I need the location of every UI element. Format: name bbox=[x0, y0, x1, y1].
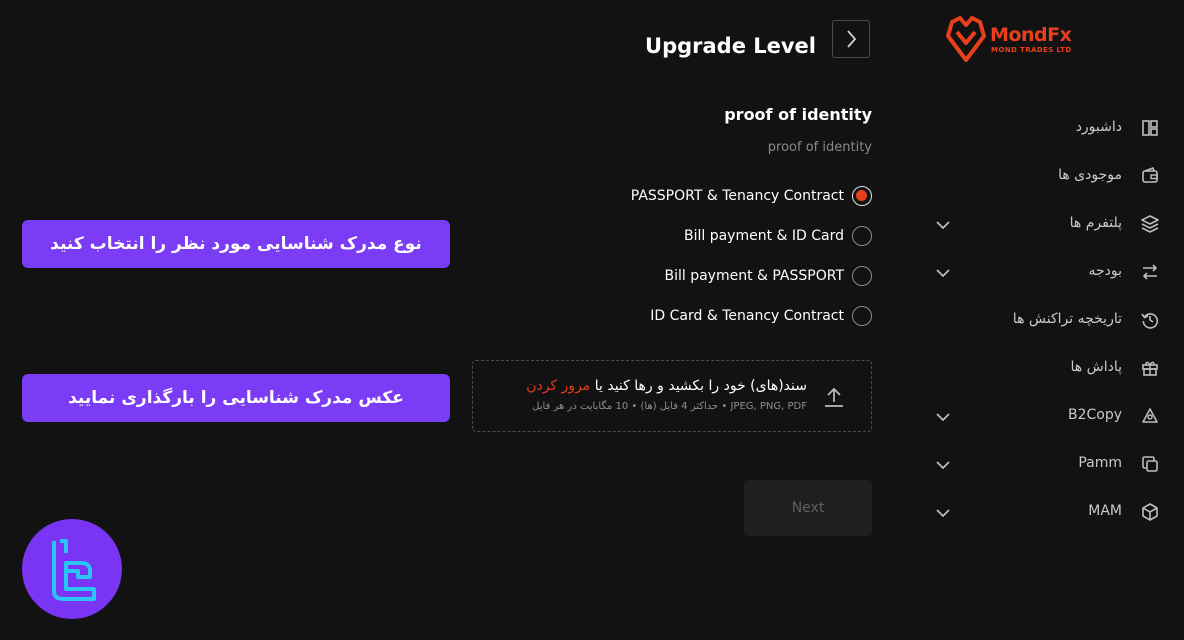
sidebar-item-label: B2Copy bbox=[1067, 407, 1122, 423]
sidebar-item-label: MAM bbox=[1088, 503, 1122, 519]
page-title: Upgrade Level bbox=[645, 34, 816, 58]
chevron-down-icon bbox=[936, 509, 950, 518]
copy-trade-icon bbox=[1142, 408, 1158, 423]
transfer-icon bbox=[1142, 264, 1158, 280]
watermark-logo bbox=[22, 519, 122, 619]
layers-icon bbox=[1141, 215, 1159, 233]
cube-icon bbox=[1142, 503, 1158, 521]
chevron-down-icon bbox=[936, 269, 950, 278]
dropzone-hint: JPEG, PNG, PDF • حداکثر 4 فایل (ها) • 10… bbox=[532, 401, 807, 412]
sidebar-item-rewards[interactable]: پاداش ها bbox=[920, 352, 1160, 384]
sidebar-item-label: تاریخچه تراکنش ها bbox=[1012, 311, 1122, 327]
annotation-text: عکس مدرک شناسایی را بارگذاری نمایید bbox=[68, 388, 404, 408]
back-button[interactable] bbox=[832, 20, 870, 58]
section-title: proof of identity bbox=[724, 105, 872, 124]
gift-icon bbox=[1142, 361, 1158, 376]
dropzone-text: سند(های) خود را بکشید و رها کنید یا مرور… bbox=[526, 378, 807, 394]
chevron-down-icon bbox=[936, 221, 950, 230]
sidebar-item-dashboard[interactable]: داشبورد bbox=[920, 112, 1160, 144]
chevron-right-icon bbox=[847, 30, 857, 48]
file-dropzone[interactable]: سند(های) خود را بکشید و رها کنید یا مرور… bbox=[472, 360, 872, 432]
pamm-icon bbox=[1142, 456, 1158, 472]
radio-option-label: Bill payment & PASSPORT bbox=[664, 268, 844, 284]
radio-option-label: ID Card & Tenancy Contract bbox=[650, 308, 844, 324]
radio-option-passport-tenancy[interactable]: PASSPORT & Tenancy Contract bbox=[631, 183, 872, 209]
chevron-down-icon bbox=[936, 461, 950, 470]
annotation-upload-photo: عکس مدرک شناسایی را بارگذاری نمایید bbox=[22, 374, 450, 422]
sidebar-item-balances[interactable]: موجودی ها bbox=[920, 160, 1160, 192]
brand-shield-icon bbox=[946, 16, 986, 62]
sidebar-item-funds[interactable]: بودجه bbox=[920, 256, 1160, 288]
brand-name: MondFx bbox=[990, 24, 1072, 46]
sidebar-item-transaction-history[interactable]: تاریخچه تراکنش ها bbox=[920, 304, 1160, 336]
radio-option-label: Bill payment & ID Card bbox=[683, 228, 844, 244]
next-button[interactable]: Next bbox=[744, 480, 872, 536]
sidebar-item-platforms[interactable]: پلتفرم ها bbox=[920, 208, 1160, 240]
upload-icon bbox=[825, 387, 843, 407]
browse-link[interactable]: مرور کردن bbox=[526, 378, 590, 394]
annotation-select-document: نوع مدرک شناسایی مورد نظر را انتخاب کنید bbox=[22, 220, 450, 268]
annotation-text: نوع مدرک شناسایی مورد نظر را انتخاب کنید bbox=[50, 234, 422, 254]
sidebar-item-label: پاداش ها bbox=[1070, 359, 1122, 375]
radio-option-bill-passport[interactable]: Bill payment & PASSPORT bbox=[664, 263, 872, 289]
radio-option-label: PASSPORT & Tenancy Contract bbox=[630, 188, 844, 204]
sidebar-item-pamm[interactable]: Pamm bbox=[920, 448, 1160, 480]
radio-button-selected[interactable] bbox=[852, 186, 872, 206]
chevron-down-icon bbox=[936, 413, 950, 422]
tb-logo-icon bbox=[52, 539, 96, 601]
radio-option-bill-idcard[interactable]: Bill payment & ID Card bbox=[684, 223, 872, 249]
sidebar-item-mam[interactable]: MAM bbox=[920, 496, 1160, 528]
section-subtitle: proof of identity bbox=[767, 140, 872, 155]
history-icon bbox=[1141, 313, 1159, 329]
radio-option-idcard-tenancy[interactable]: ID Card & Tenancy Contract bbox=[650, 303, 872, 329]
dashboard-icon bbox=[1142, 120, 1158, 136]
sidebar-item-label: Pamm bbox=[1078, 455, 1122, 471]
radio-button[interactable] bbox=[852, 266, 872, 286]
sidebar-item-label: پلتفرم ها bbox=[1069, 215, 1122, 231]
sidebar-item-label: بودجه bbox=[1088, 263, 1122, 279]
sidebar-item-b2copy[interactable]: B2Copy bbox=[920, 400, 1160, 432]
sidebar-item-label: داشبورد bbox=[1075, 119, 1122, 135]
wallet-icon bbox=[1142, 166, 1158, 183]
radio-button[interactable] bbox=[852, 226, 872, 246]
dropzone-instruction: سند(های) خود را بکشید و رها کنید یا bbox=[590, 378, 807, 394]
brand-tagline: MOND TRADES LTD bbox=[991, 46, 1072, 54]
radio-button[interactable] bbox=[852, 306, 872, 326]
sidebar-item-label: موجودی ها bbox=[1058, 167, 1122, 183]
